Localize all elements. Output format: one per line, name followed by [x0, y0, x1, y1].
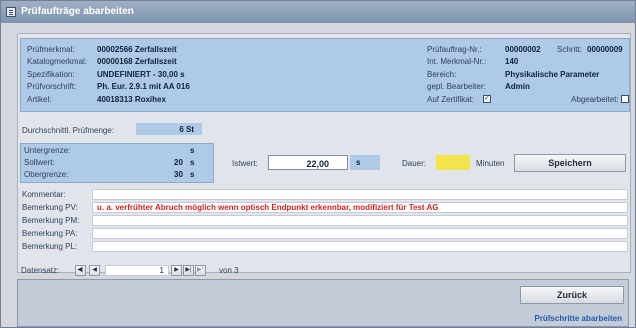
- remark-row-pv: Bemerkung PV: u. a. verfrühter Abruch mö…: [18, 202, 630, 213]
- bemerkung-pl-input[interactable]: [92, 241, 628, 252]
- abgearbeitet-checkbox[interactable]: [621, 95, 629, 103]
- next-record-icon[interactable]: ▶: [171, 265, 182, 276]
- obergrenze-unit: s: [190, 170, 195, 179]
- datensatz-label: Datensatz:: [21, 266, 60, 275]
- pruefmenge-label: Durchschnittl. Prüfmenge:: [22, 126, 115, 135]
- pruefauftrag-value: 00000002: [505, 45, 541, 54]
- dauer-label: Dauer:: [402, 159, 427, 168]
- katalogmerkmal-label: Katalogmerkmal:: [27, 57, 88, 66]
- remark-row-kommentar: Kommentar:: [18, 189, 630, 200]
- obergrenze-label: Obergrenze:: [24, 170, 69, 179]
- bearbeiter-label: gepl. Bearbeiter:: [427, 82, 486, 91]
- bemerkung-pa-label: Bemerkung PA:: [22, 229, 78, 238]
- istwert-value: 22,00: [306, 159, 329, 169]
- speichern-button[interactable]: Speichern: [514, 154, 626, 172]
- record-count: von 3: [219, 266, 239, 275]
- bearbeiter-value: Admin: [505, 82, 530, 91]
- new-record-icon[interactable]: ▶*: [195, 265, 206, 276]
- zertifikat-checkbox[interactable]: ✓: [483, 95, 491, 103]
- pruefmerkmal-label: Prüfmerkmal:: [27, 45, 75, 54]
- obergrenze-value: 30: [174, 170, 183, 179]
- pruefauftrag-label: Prüfauftrag-Nr.:: [427, 45, 482, 54]
- kommentar-label: Kommentar:: [22, 190, 66, 199]
- spezifikation-label: Spezifikation:: [27, 70, 75, 79]
- bemerkung-pv-value: u. a. verfrühter Abruch möglich wenn opt…: [97, 203, 439, 212]
- bemerkung-pm-label: Bemerkung PM:: [22, 216, 80, 225]
- sollwert-value: 20: [174, 158, 183, 167]
- kommentar-input[interactable]: [92, 189, 628, 200]
- pruefvorschrift-label: Prüfvorschrift:: [27, 82, 77, 91]
- bemerkung-pa-input[interactable]: [92, 228, 628, 239]
- status-text: Prüfschritte abarbeiten: [534, 314, 622, 323]
- record-number-input[interactable]: 1: [105, 265, 169, 276]
- artikel-label: Artikel:: [27, 95, 52, 104]
- main-form: Prüfmerkmal: 00002566 Zerfallszeit Katal…: [17, 33, 631, 273]
- artikel-value: 40018313 Roxihex: [97, 95, 166, 104]
- header-info-panel: Prüfmerkmal: 00002566 Zerfallszeit Katal…: [20, 38, 630, 112]
- window-title: Prüfaufträge abarbeiten: [21, 6, 134, 17]
- sollwert-unit: s: [190, 158, 195, 167]
- untergrenze-unit: s: [190, 146, 195, 155]
- pruefvorschrift-value: Ph. Eur. 2.9.1 mit AA 016: [97, 82, 190, 91]
- zurueck-button[interactable]: Zurück: [520, 286, 624, 304]
- istwert-unit-field: s: [350, 155, 380, 170]
- schritt-label: Schritt:: [557, 45, 582, 54]
- bereich-value: Physikalische Parameter: [505, 70, 600, 79]
- record-number: 1: [159, 266, 164, 275]
- remark-row-pa: Bemerkung PA:: [18, 228, 630, 239]
- zertifikat-label: Auf Zertifikat:: [427, 95, 475, 104]
- schritt-value: 00000009: [587, 45, 623, 54]
- katalogmerkmal-value: 00000168 Zerfallszeit: [97, 57, 177, 66]
- remark-row-pl: Bemerkung PL:: [18, 241, 630, 252]
- last-record-icon[interactable]: ▶|: [183, 265, 194, 276]
- int-merkmal-value: 140: [505, 57, 519, 66]
- dauer-unit: Minuten: [476, 159, 505, 168]
- pruefmenge-value: 6 St: [179, 125, 194, 134]
- istwert-input[interactable]: 22,00: [268, 155, 348, 170]
- prev-record-icon[interactable]: ◀: [89, 265, 100, 276]
- form-icon: [6, 7, 16, 17]
- first-record-icon[interactable]: ◀|: [75, 265, 86, 276]
- pruefmenge-field: 6 St: [136, 123, 202, 135]
- pruefmerkmal-value: 00002566 Zerfallszeit: [97, 45, 177, 54]
- bemerkung-pm-input[interactable]: [92, 215, 628, 226]
- untergrenze-label: Untergrenze:: [24, 146, 71, 155]
- sollwert-label: Sollwert:: [24, 158, 55, 167]
- abgearbeitet-label: Abgearbeitet:: [571, 95, 619, 104]
- footer-panel: Zurück Prüfschritte abarbeiten: [17, 279, 629, 327]
- bereich-label: Bereich:: [427, 70, 457, 79]
- dauer-input[interactable]: [436, 155, 470, 170]
- spezifikation-value: UNDEFINIERT - 30,00 s: [97, 70, 185, 79]
- bemerkung-pl-label: Bemerkung PL:: [22, 242, 78, 251]
- bemerkung-pv-input[interactable]: u. a. verfrühter Abruch möglich wenn opt…: [92, 202, 628, 213]
- remark-row-pm: Bemerkung PM:: [18, 215, 630, 226]
- app-window: Prüfaufträge abarbeiten Prüfmerkmal: 000…: [0, 0, 636, 328]
- int-merkmal-label: Int. Merkmal-Nr.:: [427, 57, 487, 66]
- bemerkung-pv-label: Bemerkung PV:: [22, 203, 78, 212]
- istwert-unit: s: [356, 158, 361, 167]
- istwert-label: Istwert:: [232, 159, 258, 168]
- title-bar: Prüfaufträge abarbeiten: [1, 1, 635, 23]
